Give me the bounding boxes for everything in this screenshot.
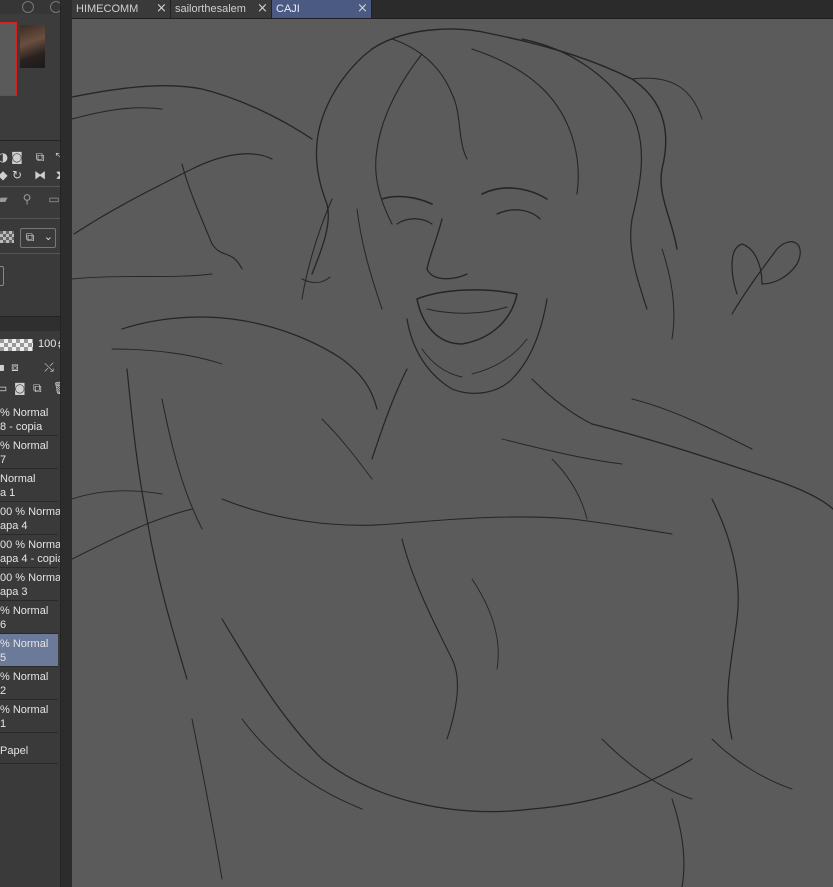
divider [0, 186, 60, 187]
tab-label: HIMECOMM [76, 3, 139, 15]
layers-icon[interactable]: ⧉ [33, 150, 47, 164]
reset-view-icon[interactable]: ↻ [10, 168, 24, 182]
layer-blend-label: % Normal [0, 638, 49, 650]
layer-type-icon: ⧉ [25, 230, 35, 244]
close-icon[interactable]: × [156, 1, 167, 16]
tab-caji[interactable]: CAJI × [272, 0, 372, 18]
tab-sailorthesalem[interactable]: sailorthesalem × [171, 0, 272, 18]
layer-row[interactable]: % Normal 8 - copia [0, 403, 58, 436]
navigator-viewport-frame[interactable] [0, 22, 17, 96]
layer-name: 7 [0, 454, 7, 466]
panel-scroll-strip[interactable] [60, 0, 72, 887]
clip-icon[interactable]: ⧈ [8, 360, 22, 374]
drawing-canvas[interactable] [72, 19, 833, 887]
layer-row[interactable]: 00 % Normal apa 3 [0, 568, 64, 601]
stop-icon[interactable]: ◙ [10, 150, 24, 164]
layer-blend-label: Normal [0, 473, 36, 485]
layer-blend-label: 00 % Normal [0, 506, 64, 518]
layer-row[interactable]: % Normal 1 [0, 700, 58, 733]
mask-icon[interactable]: ◙ [14, 381, 26, 397]
reference-layer-icon[interactable]: ⤯ [42, 360, 56, 374]
layer-row[interactable]: % Normal 7 [0, 436, 58, 469]
view-tools-row-2: ◆ ↻ ⧓ ⧗ [0, 166, 64, 184]
checker-icon[interactable] [0, 231, 14, 243]
layer-row-paper[interactable]: Papel [0, 733, 58, 764]
left-panel: ◑ ◙ ⧉ ⤡ ◆ ↻ ⧓ ⧗ ▰ ⚲ ▭ ⧉ ⌄ 100 ▲▼ ▪ [0, 0, 72, 887]
layer-name: 1 [0, 718, 7, 730]
new-layer-icon[interactable]: ▭ [0, 381, 7, 397]
tab-label: CAJI [276, 3, 300, 15]
rotate-icon[interactable]: ◑ [0, 150, 10, 164]
navigator-zoom-icon[interactable] [22, 1, 34, 13]
panel-tab-icon[interactable]: ▭ [47, 192, 61, 206]
navigator-toolbar [0, 0, 69, 14]
flip-horizontal-icon[interactable]: ⧓ [33, 168, 47, 182]
layer-panel-header [0, 316, 60, 331]
layer-blend-label: % Normal [0, 440, 49, 452]
layer-name: apa 4 [0, 520, 28, 532]
layer-name: apa 3 [0, 586, 28, 598]
lock-icon[interactable]: ▪ [0, 360, 8, 374]
layers-list: % Normal 8 - copia % Normal 7 Normal a 1 00 % … [0, 403, 64, 764]
layer-blend-label: % Normal [0, 671, 49, 683]
document-tab-bar: HIMECOMM × sailorthesalem × CAJI × [72, 0, 833, 19]
layer-name: a 1 [0, 487, 16, 499]
layer-name: 6 [0, 619, 7, 631]
layer-name: 8 - copia [0, 421, 43, 433]
layer-row[interactable]: Normal a 1 [0, 469, 58, 502]
blend-mode-select[interactable]: ⧉ ⌄ [20, 228, 56, 248]
layer-blend-label: 00 % Normal [0, 572, 64, 584]
layer-name: apa 4 - copia [0, 553, 64, 565]
new-folder-icon[interactable]: ⧉ [33, 381, 42, 397]
palette-tab-icon[interactable]: ▰ [0, 192, 10, 206]
layer-blend-label: 00 % Normal [0, 539, 64, 551]
tab-label: sailorthesalem [175, 3, 246, 15]
layer-blend-label: % Normal [0, 704, 49, 716]
close-icon[interactable]: × [357, 1, 368, 16]
layer-options-row: ▪ ⧈ ⤯ [0, 358, 60, 376]
app-window: ◑ ◙ ⧉ ⤡ ◆ ↻ ⧓ ⧗ ▰ ⚲ ▭ ⧉ ⌄ 100 ▲▼ ▪ [0, 0, 833, 887]
layer-blend-label: % Normal [0, 605, 49, 617]
navigator-panel [0, 0, 69, 141]
panel-tabs-row: ▰ ⚲ ▭ [0, 190, 60, 208]
tab-himecomm[interactable]: HIMECOMM × [72, 0, 171, 18]
divider [0, 218, 60, 219]
layer-blend-label: % Normal [0, 407, 49, 419]
chevron-down-icon: ⌄ [43, 230, 53, 243]
sketch-artwork [72, 28, 833, 887]
divider [0, 253, 60, 254]
close-icon[interactable]: × [257, 1, 268, 16]
layer-row[interactable]: 00 % Normal apa 4 [0, 502, 64, 535]
layer-name: 5 [0, 652, 7, 664]
layer-row[interactable]: % Normal 2 [0, 667, 58, 700]
layer-name: Papel [0, 745, 29, 757]
layer-row[interactable]: 00 % Normal apa 4 - copia [0, 535, 64, 568]
opacity-slider[interactable] [0, 339, 33, 351]
reset-rotate-icon[interactable]: ◆ [0, 168, 10, 182]
view-tools-row-1: ◑ ◙ ⧉ ⤡ [0, 148, 65, 166]
layer-row[interactable]: % Normal 5 [0, 634, 58, 667]
layer-name: 2 [0, 685, 7, 697]
layer-row[interactable]: % Normal 6 [0, 601, 58, 634]
search-icon[interactable]: ⚲ [20, 192, 34, 206]
panel-button[interactable] [0, 266, 4, 286]
reference-thumbnail[interactable] [20, 25, 45, 68]
opacity-value[interactable]: 100 [38, 338, 56, 350]
